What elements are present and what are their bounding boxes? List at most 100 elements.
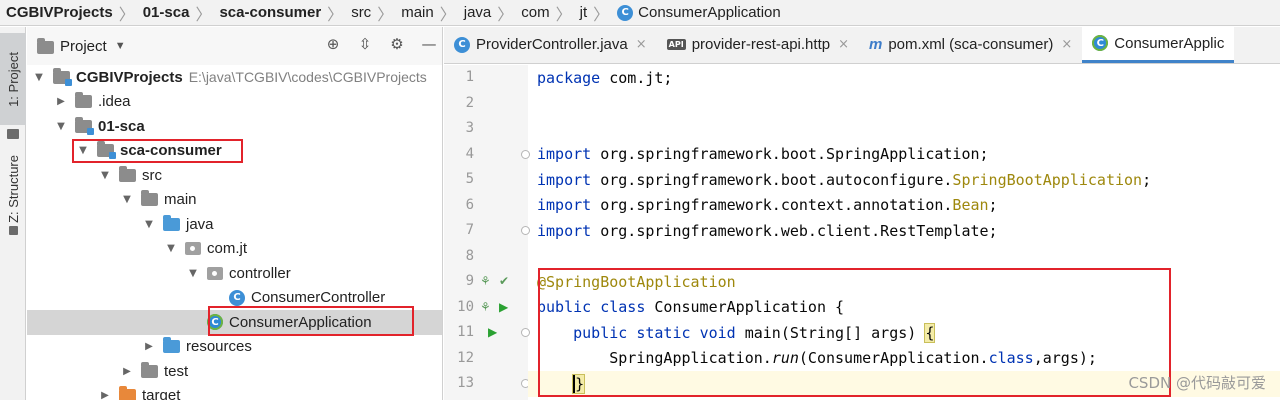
- watermark-text: CSDN @代码敲可爱: [1128, 374, 1266, 392]
- close-icon[interactable]: ×: [1061, 37, 1072, 52]
- expand-arrow-icon[interactable]: ▼: [55, 121, 67, 132]
- breadcrumb-item[interactable]: CGBIVProjects: [6, 4, 113, 21]
- source-folder-icon: [163, 214, 180, 231]
- collapse-arrow-icon[interactable]: ▶: [143, 341, 155, 352]
- tree-node[interactable]: ▶ .idea: [27, 90, 442, 115]
- run-icon[interactable]: ▶: [488, 325, 497, 339]
- tree-node[interactable]: ▼ main: [27, 188, 442, 213]
- breadcrumb-item[interactable]: jt: [580, 4, 588, 21]
- breadcrumb-item[interactable]: com: [521, 4, 549, 21]
- close-icon[interactable]: ×: [838, 37, 849, 52]
- spring-bean-icon[interactable]: ⚘: [480, 300, 491, 314]
- collapse-all-icon[interactable]: ⇳: [356, 35, 374, 53]
- tree-node[interactable]: ▶ resources: [27, 335, 442, 360]
- code-line[interactable]: import org.springframework.boot.SpringAp…: [528, 142, 1280, 168]
- breadcrumb-item[interactable]: sca-consumer: [219, 4, 321, 21]
- code-line[interactable]: public static void main(String[] args) {: [528, 320, 1280, 346]
- line-number: 7: [465, 222, 474, 238]
- tree-node[interactable]: ▼ CGBIVProjects E:\java\TCGBIV\codes\CGBIV…: [27, 65, 442, 90]
- code-line[interactable]: public class ConsumerApplication {: [528, 295, 1280, 321]
- code-line[interactable]: [528, 91, 1280, 117]
- expand-arrow-icon[interactable]: ▼: [77, 145, 89, 156]
- hide-panel-icon[interactable]: —: [420, 35, 438, 53]
- spring-bean-icon[interactable]: ⚘: [480, 274, 491, 288]
- maven-icon: m: [869, 36, 883, 53]
- editor-gutter: 1 2 3 4 5 6 7 8 9 10 11 12 13 ⚘ ✔ ⚘ ▶ ▶: [444, 65, 530, 400]
- tree-node[interactable]: ▼ sca-consumer: [27, 139, 442, 164]
- line-number: 6: [465, 196, 474, 213]
- tree-node[interactable]: ▼ src: [27, 163, 442, 188]
- code-token: import: [537, 145, 592, 164]
- code-line[interactable]: import org.springframework.context.annot…: [528, 193, 1280, 219]
- expand-arrow-icon[interactable]: ▼: [143, 219, 155, 230]
- close-icon[interactable]: ×: [636, 37, 647, 52]
- editor-tab[interactable]: C ProviderController.java ×: [444, 27, 657, 63]
- tree-node[interactable]: C ConsumerApplication: [27, 310, 442, 335]
- breadcrumb-item-label: CGBIVProjects: [6, 4, 113, 21]
- tree-node[interactable]: ▶ target: [27, 384, 442, 400]
- editor-tab[interactable]: API provider-rest-api.http ×: [657, 27, 859, 63]
- tree-node[interactable]: ▼ java: [27, 212, 442, 237]
- code-token: org.springframework.web.client.RestTempl…: [591, 221, 998, 240]
- editor-tab[interactable]: m pom.xml (sca-consumer) ×: [859, 27, 1082, 63]
- line-number: 13: [457, 375, 474, 391]
- code-token: ;: [1142, 170, 1152, 189]
- breadcrumb-item-label: ConsumerApplication: [638, 4, 781, 21]
- tree-node-label: resources: [186, 338, 252, 356]
- breadcrumb-item[interactable]: src: [351, 4, 371, 21]
- line-number: 8: [465, 247, 474, 264]
- editor-tab-label: ProviderController.java: [476, 36, 628, 53]
- breadcrumb-item-label: com: [521, 4, 550, 21]
- breadcrumb-separator-icon: 〉: [118, 6, 135, 24]
- code-line[interactable]: package com.jt;: [528, 65, 1280, 91]
- tree-node[interactable]: ▶ test: [27, 359, 442, 384]
- locate-target-icon[interactable]: ⊕: [324, 35, 342, 53]
- breadcrumb-separator-icon: 〉: [377, 6, 394, 24]
- breadcrumb-item[interactable]: 01-sca: [143, 4, 190, 21]
- collapse-arrow-icon[interactable]: ▶: [121, 366, 133, 377]
- collapse-arrow-icon[interactable]: ▶: [55, 96, 67, 107]
- tree-node[interactable]: C ConsumerController: [27, 286, 442, 311]
- line-number: 5: [465, 171, 474, 187]
- collapse-arrow-icon[interactable]: ▶: [99, 390, 111, 400]
- breadcrumb-item[interactable]: main: [401, 4, 434, 21]
- breadcrumb-item[interactable]: java: [464, 4, 492, 21]
- breadcrumb-item[interactable]: C ConsumerApplication: [617, 4, 781, 21]
- expand-arrow-icon[interactable]: ▼: [33, 72, 45, 83]
- tree-node-label: target: [142, 387, 181, 400]
- code-line[interactable]: SpringApplication. run (ConsumerApplicatio…: [528, 346, 1280, 372]
- line-number: 9: [465, 273, 474, 289]
- code-token: org.springframework.boot.SpringApplicati…: [591, 145, 989, 164]
- tree-node[interactable]: ▼ com.jt: [27, 237, 442, 262]
- expand-arrow-icon[interactable]: ▼: [165, 243, 177, 254]
- breadcrumb-separator-icon: 〉: [439, 6, 456, 24]
- breadcrumb-item-label: 01-sca: [142, 4, 190, 21]
- project-panel-title[interactable]: Project: [60, 38, 107, 55]
- structure-tool-tab-label: Z: Structure: [5, 155, 21, 223]
- code-line[interactable]: import org.springframework.web.client.Re…: [528, 218, 1280, 244]
- project-tool-tab[interactable]: 1: Project: [0, 33, 26, 125]
- expand-arrow-icon[interactable]: ▼: [121, 194, 133, 205]
- target-folder-icon: [119, 386, 136, 400]
- class-icon: C: [454, 36, 470, 53]
- code-line[interactable]: @SpringBootApplication: [528, 269, 1280, 295]
- expand-arrow-icon[interactable]: ▼: [99, 170, 111, 181]
- structure-tool-tab[interactable]: Z: Structure: [0, 143, 26, 235]
- editor-tab[interactable]: C ConsumerApplic: [1082, 27, 1235, 63]
- line-number: 12: [457, 349, 474, 366]
- code-area[interactable]: package com.jt; import org.springframewor…: [528, 65, 1280, 400]
- code-line[interactable]: import org.springframework.boot.autoconf…: [528, 167, 1280, 193]
- editor-tab-label: pom.xml (sca-consumer): [888, 36, 1054, 53]
- run-icon[interactable]: ▶: [499, 300, 508, 314]
- breadcrumb-item-label: jt: [579, 4, 588, 21]
- tree-node-label: sca-consumer: [120, 142, 222, 160]
- chevron-down-icon[interactable]: ▼: [115, 40, 126, 52]
- tree-node[interactable]: ▼ controller: [27, 261, 442, 286]
- gear-icon[interactable]: ⚙: [388, 35, 406, 53]
- expand-arrow-icon[interactable]: ▼: [187, 268, 199, 279]
- tree-node[interactable]: ▼ 01-sca: [27, 114, 442, 139]
- code-line[interactable]: [528, 116, 1280, 142]
- spring-config-icon[interactable]: ✔: [499, 274, 509, 288]
- code-line[interactable]: [528, 244, 1280, 270]
- code-token: run: [771, 349, 799, 368]
